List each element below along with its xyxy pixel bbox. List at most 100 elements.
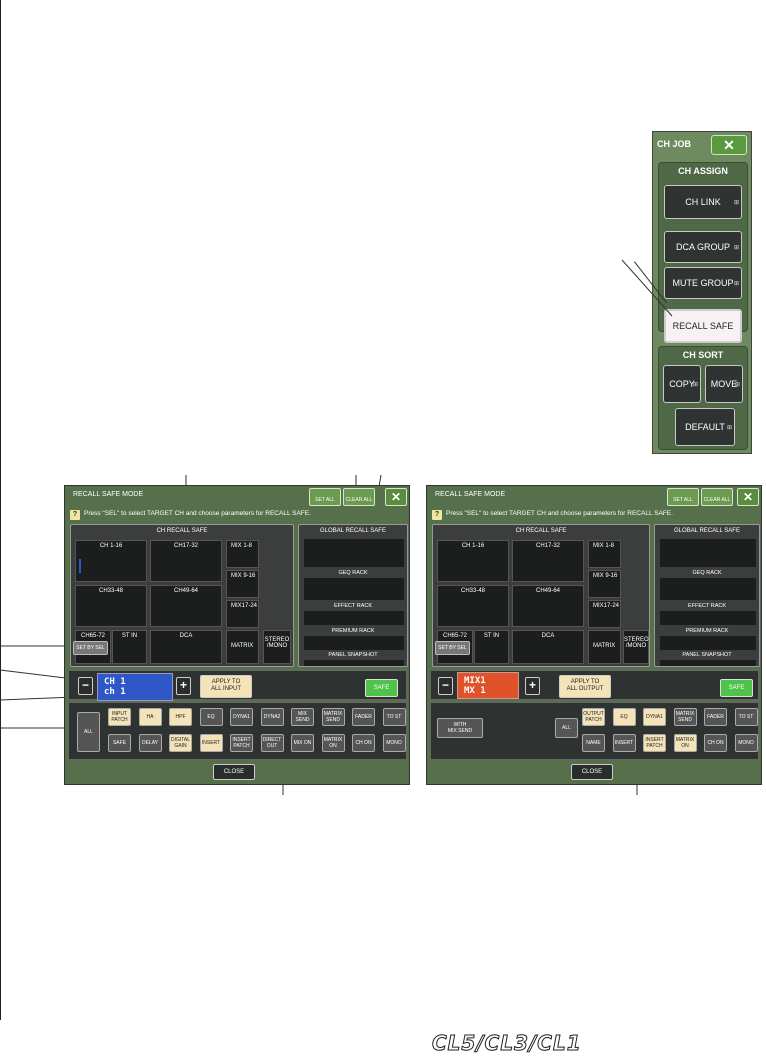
param-button-output-patch[interactable]: OUTPUT PATCH xyxy=(582,708,605,726)
global-title: GLOBAL RECALL SAFE xyxy=(320,528,386,534)
param-button-matrix-on[interactable]: MATRIX ON xyxy=(321,734,345,752)
param-button-eq[interactable]: EQ xyxy=(199,708,223,726)
group-ch49-64[interactable]: CH49-64 xyxy=(150,585,222,627)
param-button-matrix-send[interactable]: MATRIX SEND xyxy=(673,708,697,726)
group-label: MIX 9-16 xyxy=(231,573,256,579)
group-stereo-mono[interactable]: STEREO /MONO xyxy=(623,630,649,664)
param-button-fader[interactable]: FADER xyxy=(704,708,727,726)
ch-sort-section: CH SORT COPY ⊞ MOVE ⊞ DEFAULT ⊞ xyxy=(658,346,748,450)
recall-safe-mode-input-panel: RECALL SAFE MODE SET ALL CLEAR ALL ✕ ? P… xyxy=(64,485,410,785)
param-button-dyna1[interactable]: DYNA1 xyxy=(643,708,666,726)
next-channel-button[interactable]: + xyxy=(176,677,191,695)
effect-grid xyxy=(304,611,404,625)
group-stereo-mono[interactable]: STEREO /MONO xyxy=(263,630,291,664)
group-matrix[interactable]: MATRIX xyxy=(588,630,621,664)
callout-svg xyxy=(621,259,673,317)
prev-channel-button[interactable]: − xyxy=(438,677,453,695)
param-button-matrix-send[interactable]: MATRIX SEND xyxy=(321,708,345,726)
param-button-dyna1[interactable]: DYNA1 xyxy=(230,708,253,726)
move-label: MOVE xyxy=(710,379,738,389)
param-button-safe[interactable]: SAFE xyxy=(108,734,131,752)
group-dca[interactable]: DCA xyxy=(512,630,584,664)
param-button-insert-patch[interactable]: INSERT PATCH xyxy=(643,734,666,752)
with-mix-send-button[interactable]: WITH MIX SEND xyxy=(437,718,483,738)
group-mix17-24[interactable]: MIX17-24 xyxy=(226,600,259,628)
geq-grid xyxy=(660,578,756,600)
group-label: MIX 9-16 xyxy=(593,573,618,579)
premium-rack-title: PREMIUM RACK xyxy=(685,628,729,634)
group-mix1-8[interactable]: MIX 1-8 xyxy=(226,540,259,568)
group-label: CH 1-16 xyxy=(461,543,485,549)
clear-all-button[interactable]: CLEAR ALL xyxy=(701,488,733,506)
param-button-input-patch[interactable]: INPUT PATCH xyxy=(108,708,131,726)
param-button-delay[interactable]: DELAY xyxy=(138,734,162,752)
close-button[interactable]: CLOSE xyxy=(213,764,255,780)
prev-channel-button[interactable]: − xyxy=(78,677,93,695)
param-button-mix-send[interactable]: MIX SEND xyxy=(291,708,314,726)
param-button-to-st[interactable]: TO ST xyxy=(734,708,758,726)
group-label: MIX 1-8 xyxy=(231,543,253,549)
ch-link-button[interactable]: CH LINK ⊞ xyxy=(664,185,742,219)
param-button-name[interactable]: NAME xyxy=(582,734,605,752)
panel-close-x-button[interactable]: ✕ xyxy=(737,488,759,506)
copy-label: COPY xyxy=(669,379,695,389)
apply-to-all-input-button[interactable]: APPLY TO ALL INPUT xyxy=(200,675,252,698)
param-button-matrix-on[interactable]: MATRIX ON xyxy=(673,734,697,752)
param-button-hpf[interactable]: HPF xyxy=(169,708,192,726)
global-recall-safe-area: GLOBAL RECALL SAFE GEQ RACK EFFECT RACK … xyxy=(654,524,760,667)
default-button[interactable]: DEFAULT ⊞ xyxy=(675,408,735,446)
ch-recall-safe-title: CH RECALL SAFE xyxy=(515,528,567,534)
set-by-sel-button[interactable]: SET BY SEL xyxy=(73,641,108,655)
group-dca[interactable]: DCA xyxy=(150,630,222,664)
group-st-in[interactable]: ST IN xyxy=(474,630,509,664)
group-mix9-16[interactable]: MIX 9-16 xyxy=(588,570,621,598)
next-channel-button[interactable]: + xyxy=(525,677,540,695)
group-ch17-32[interactable]: CH17-32 xyxy=(150,540,222,582)
param-button-mix-on[interactable]: MIX ON xyxy=(291,734,314,752)
param-button-mono[interactable]: MONO xyxy=(734,734,758,752)
ch-job-close-button[interactable]: ✕ xyxy=(711,135,747,155)
param-button-ch-on[interactable]: CH ON xyxy=(704,734,727,752)
set-all-button[interactable]: SET ALL xyxy=(667,488,699,506)
safe-button[interactable]: SAFE xyxy=(365,679,398,697)
clear-all-button[interactable]: CLEAR ALL xyxy=(343,488,375,506)
all-button[interactable]: ALL xyxy=(555,718,578,738)
set-all-button[interactable]: SET ALL xyxy=(309,488,341,506)
param-button-insert[interactable]: INSERT xyxy=(612,734,636,752)
group-st-in[interactable]: ST IN xyxy=(112,630,147,664)
group-ch33-48[interactable]: CH33-48 xyxy=(75,585,147,627)
set-all-label: SET ALL xyxy=(673,497,693,503)
apply-to-all-output-button[interactable]: APPLY TO ALL OUTPUT xyxy=(559,675,611,698)
all-button[interactable]: ALL xyxy=(77,712,100,752)
param-button-direct-out[interactable]: DIRECT OUT xyxy=(260,734,284,752)
global-recall-safe-area: GLOBAL RECALL SAFE GEQ RACK EFFECT RACK … xyxy=(298,524,408,667)
param-button-fader[interactable]: FADER xyxy=(352,708,375,726)
param-button-insert[interactable]: INSERT xyxy=(199,734,223,752)
group-ch17-32[interactable]: CH17-32 xyxy=(512,540,584,582)
close-button[interactable]: CLOSE xyxy=(571,764,613,780)
premium-rack-title: PREMIUM RACK xyxy=(331,628,375,634)
param-button-mono[interactable]: MONO xyxy=(382,734,406,752)
param-button-insert-patch[interactable]: INSERT PATCH xyxy=(230,734,253,752)
param-button-digital-gain[interactable]: DIGITAL GAIN xyxy=(169,734,192,752)
group-matrix[interactable]: MATRIX xyxy=(226,630,259,664)
panel-close-x-button[interactable]: ✕ xyxy=(385,488,407,506)
clear-all-label: CLEAR ALL xyxy=(345,497,373,503)
safe-button[interactable]: SAFE xyxy=(720,679,753,697)
group-mix1-8[interactable]: MIX 1-8 xyxy=(588,540,621,568)
param-button-ch-on[interactable]: CH ON xyxy=(352,734,375,752)
group-ch49-64[interactable]: CH49-64 xyxy=(512,585,584,627)
group-mix17-24[interactable]: MIX17-24 xyxy=(588,600,621,628)
param-button-eq[interactable]: EQ xyxy=(612,708,636,726)
group-mix9-16[interactable]: MIX 9-16 xyxy=(226,570,259,598)
move-button[interactable]: MOVE ⊞ xyxy=(705,365,743,403)
group-label: CH17-32 xyxy=(173,543,198,549)
param-button-to-st[interactable]: TO ST xyxy=(382,708,406,726)
panel-title: RECALL SAFE MODE xyxy=(73,491,144,498)
group-ch1-16[interactable]: CH 1-16 xyxy=(437,540,509,582)
param-button-ha[interactable]: HA xyxy=(138,708,162,726)
group-ch33-48[interactable]: CH33-48 xyxy=(437,585,509,627)
param-button-dyna2[interactable]: DYNA2 xyxy=(260,708,284,726)
set-by-sel-button[interactable]: SET BY SEL xyxy=(435,641,470,655)
copy-button[interactable]: COPY ⊞ xyxy=(663,365,701,403)
